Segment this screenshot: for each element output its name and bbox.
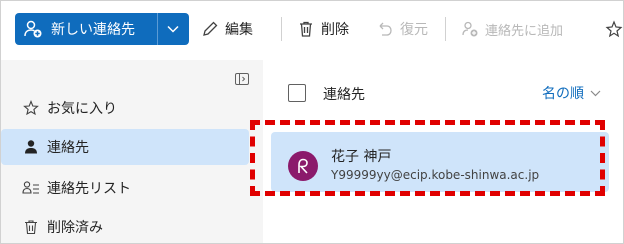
contact-list-item[interactable]: 花子 神戸 Y99999yy@ecip.kobe-shinwa.ac.jp bbox=[271, 132, 609, 192]
add-to-contacts-label: 連絡先に追加 bbox=[485, 23, 564, 39]
contact-email: Y99999yy@ecip.kobe-shinwa.ac.jp bbox=[331, 168, 540, 182]
nav-item-label: 連絡先 bbox=[47, 140, 89, 156]
nav-item-favorites[interactable]: お気に入り bbox=[13, 90, 249, 126]
toolbar-divider bbox=[445, 17, 446, 41]
delete-label: 削除 bbox=[321, 22, 349, 38]
people-list-icon bbox=[21, 180, 41, 196]
app-frame: 新しい連絡先 編集 削除 復元 連絡先に追加 お気に入り 連絡先 連絡先リスト … bbox=[0, 0, 624, 244]
toolbar: 新しい連絡先 編集 削除 復元 連絡先に追加 bbox=[1, 1, 623, 60]
edit-button[interactable]: 編集 bbox=[201, 13, 253, 45]
nav-item-label: お気に入り bbox=[47, 101, 117, 117]
contacts-list-pane: 連絡先 名の順 花子 神戸 Y99999yy@ecip.kobe-shinwa.… bbox=[263, 60, 623, 243]
nav-item-contacts[interactable]: 連絡先 bbox=[1, 129, 249, 165]
sort-dropdown[interactable]: 名の順 bbox=[542, 83, 601, 103]
list-header: 連絡先 名の順 bbox=[263, 60, 623, 116]
select-all-checkbox[interactable] bbox=[288, 84, 306, 102]
contact-name: 花子 神戸 bbox=[331, 149, 392, 165]
chevron-down-icon bbox=[590, 90, 601, 97]
new-contact-split-button: 新しい連絡先 bbox=[15, 13, 189, 45]
restore-button[interactable]: 復元 bbox=[376, 13, 428, 45]
new-contact-label: 新しい連絡先 bbox=[51, 22, 135, 38]
favorite-button[interactable] bbox=[605, 13, 623, 45]
add-person-icon bbox=[23, 19, 43, 39]
star-icon bbox=[21, 100, 41, 116]
list-title: 連絡先 bbox=[323, 87, 365, 103]
add-to-contacts-button[interactable]: 連絡先に追加 bbox=[461, 13, 563, 45]
avatar bbox=[288, 151, 318, 181]
nav-item-deleted[interactable]: 削除済み bbox=[13, 209, 249, 243]
pencil-icon bbox=[201, 20, 219, 38]
nav-item-label: 削除済み bbox=[47, 220, 103, 236]
left-nav: お気に入り 連絡先 連絡先リスト 削除済み bbox=[1, 60, 263, 243]
trash-icon bbox=[297, 20, 315, 38]
edit-label: 編集 bbox=[225, 22, 253, 38]
star-add-icon bbox=[605, 20, 623, 38]
undo-icon bbox=[376, 20, 394, 38]
trash-icon bbox=[21, 219, 41, 235]
new-contact-button[interactable]: 新しい連絡先 bbox=[15, 13, 158, 45]
restore-label: 復元 bbox=[400, 22, 428, 38]
chevron-down-icon bbox=[167, 25, 179, 33]
person-icon bbox=[21, 139, 41, 155]
nav-item-contact-lists[interactable]: 連絡先リスト bbox=[13, 170, 249, 206]
new-contact-dropdown[interactable] bbox=[158, 13, 188, 45]
sort-label: 名の順 bbox=[542, 86, 584, 102]
toolbar-divider bbox=[281, 17, 282, 41]
collapse-pane-icon[interactable] bbox=[235, 70, 249, 85]
nav-item-label: 連絡先リスト bbox=[47, 181, 131, 197]
person-icon bbox=[296, 158, 310, 174]
delete-button[interactable]: 削除 bbox=[297, 13, 349, 45]
add-person-icon bbox=[461, 20, 479, 38]
